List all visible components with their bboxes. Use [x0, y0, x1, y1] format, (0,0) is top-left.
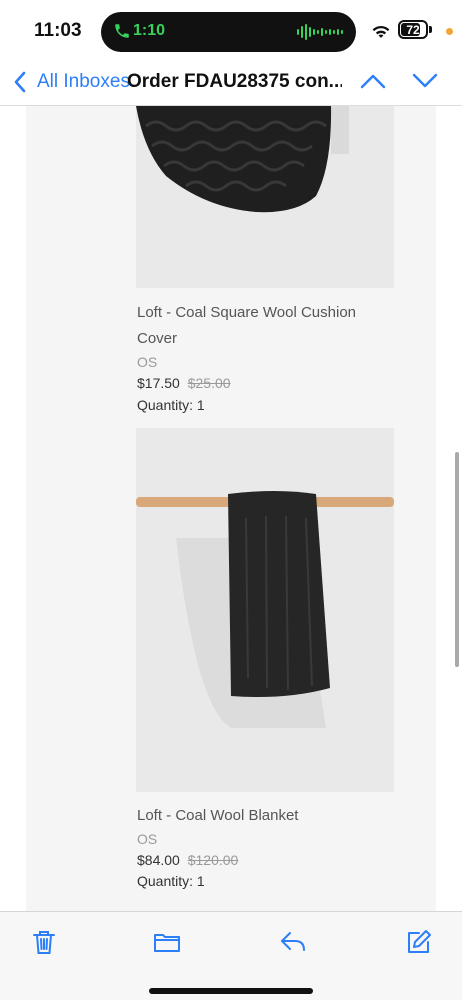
- waveform-icon: [297, 24, 343, 40]
- home-indicator[interactable]: [149, 988, 313, 994]
- product-quantity: Quantity: 1: [137, 873, 205, 889]
- product-variant: OS: [137, 354, 158, 370]
- email-content[interactable]: Loft - Coal Square Wool Cushion Cover OS…: [0, 106, 462, 911]
- product-quantity: Quantity: 1: [137, 397, 205, 413]
- status-time: 11:03: [34, 20, 82, 41]
- call-timer: 1:10: [133, 22, 166, 39]
- sale-price: $17.50: [137, 375, 180, 391]
- product-variant: OS: [137, 831, 158, 847]
- product-image-cushion[interactable]: [136, 106, 394, 288]
- bottom-toolbar: [0, 911, 462, 1000]
- compose-icon[interactable]: [405, 928, 433, 956]
- battery-cap: [429, 26, 432, 33]
- wifi-icon: [372, 25, 390, 38]
- product-name[interactable]: Loft - Coal Square Wool Cushion Cover: [137, 300, 387, 352]
- chevron-left-icon[interactable]: [12, 70, 28, 94]
- chevron-down-icon[interactable]: [412, 70, 438, 92]
- sale-price: $84.00: [137, 852, 180, 868]
- chevron-up-icon[interactable]: [360, 70, 386, 92]
- back-button[interactable]: All Inboxes: [37, 71, 130, 93]
- original-price: $120.00: [187, 852, 239, 868]
- battery-icon: 72: [398, 20, 428, 39]
- folder-icon[interactable]: [153, 928, 181, 956]
- reply-icon[interactable]: [279, 928, 307, 956]
- privacy-indicator: [446, 28, 453, 35]
- nav-bar: All Inboxes Order FDAU28375 con...: [0, 62, 462, 106]
- page-title: Order FDAU28375 con...: [127, 71, 342, 92]
- original-price: $25.00: [187, 375, 231, 391]
- cushion-illustration: [136, 106, 394, 288]
- scrollbar[interactable]: [455, 452, 459, 667]
- battery-level: 72: [406, 22, 420, 37]
- status-bar: 11:03 1:10 72: [0, 0, 462, 62]
- trash-icon[interactable]: [30, 928, 58, 956]
- product-price: $84.00 $120.00: [137, 852, 238, 868]
- product-price: $17.50 $25.00: [137, 375, 231, 391]
- blanket-illustration: [136, 428, 394, 792]
- product-name[interactable]: Loft - Coal Wool Blanket: [137, 803, 387, 829]
- product-image-blanket[interactable]: [136, 428, 394, 792]
- phone-icon: [115, 24, 129, 38]
- dynamic-island[interactable]: 1:10: [101, 12, 356, 52]
